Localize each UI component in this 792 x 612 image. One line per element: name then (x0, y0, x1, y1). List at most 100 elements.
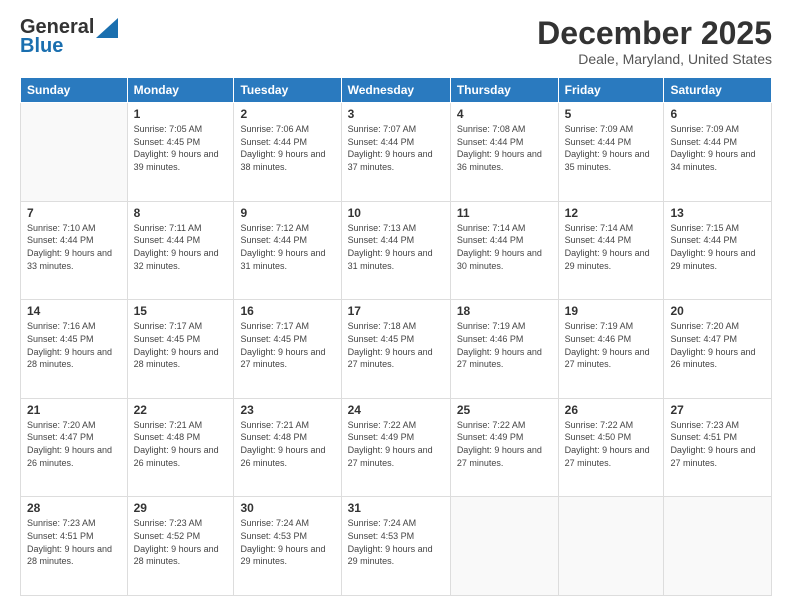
calendar-cell: 24 Sunrise: 7:22 AMSunset: 4:49 PMDayligh… (341, 398, 450, 497)
day-number: 13 (670, 206, 765, 220)
calendar-cell: 2 Sunrise: 7:06 AMSunset: 4:44 PMDaylight… (234, 103, 341, 202)
day-info: Sunrise: 7:22 AMSunset: 4:50 PMDaylight:… (565, 419, 658, 469)
title-block: December 2025 Deale, Maryland, United St… (537, 16, 772, 67)
day-info: Sunrise: 7:09 AMSunset: 4:44 PMDaylight:… (565, 123, 658, 173)
day-number: 31 (348, 501, 444, 515)
calendar-cell: 28 Sunrise: 7:23 AMSunset: 4:51 PMDayligh… (21, 497, 128, 596)
logo-blue: Blue (20, 35, 63, 58)
calendar: SundayMondayTuesdayWednesdayThursdayFrid… (20, 77, 772, 596)
day-number: 23 (240, 403, 334, 417)
calendar-cell: 17 Sunrise: 7:18 AMSunset: 4:45 PMDayligh… (341, 300, 450, 399)
day-info: Sunrise: 7:21 AMSunset: 4:48 PMDaylight:… (240, 419, 334, 469)
calendar-cell: 26 Sunrise: 7:22 AMSunset: 4:50 PMDayligh… (558, 398, 664, 497)
day-number: 15 (134, 304, 228, 318)
calendar-cell: 12 Sunrise: 7:14 AMSunset: 4:44 PMDayligh… (558, 201, 664, 300)
day-info: Sunrise: 7:15 AMSunset: 4:44 PMDaylight:… (670, 222, 765, 272)
calendar-header-row: SundayMondayTuesdayWednesdayThursdayFrid… (21, 78, 772, 103)
day-number: 18 (457, 304, 552, 318)
day-info: Sunrise: 7:23 AMSunset: 4:52 PMDaylight:… (134, 517, 228, 567)
day-info: Sunrise: 7:20 AMSunset: 4:47 PMDaylight:… (670, 320, 765, 370)
day-number: 24 (348, 403, 444, 417)
day-info: Sunrise: 7:06 AMSunset: 4:44 PMDaylight:… (240, 123, 334, 173)
day-number: 1 (134, 107, 228, 121)
day-info: Sunrise: 7:19 AMSunset: 4:46 PMDaylight:… (565, 320, 658, 370)
page: General Blue December 2025 Deale, Maryla… (0, 0, 792, 612)
calendar-day-header: Saturday (664, 78, 772, 103)
calendar-cell: 8Sunrise: 7:11 AMSunset: 4:44 PMDaylight… (127, 201, 234, 300)
main-title: December 2025 (537, 16, 772, 51)
day-number: 22 (134, 403, 228, 417)
day-number: 29 (134, 501, 228, 515)
calendar-cell: 6 Sunrise: 7:09 AMSunset: 4:44 PMDaylight… (664, 103, 772, 202)
day-number: 5 (565, 107, 658, 121)
day-info: Sunrise: 7:11 AMSunset: 4:44 PMDaylight:… (134, 222, 228, 272)
calendar-cell: 22 Sunrise: 7:21 AMSunset: 4:48 PMDayligh… (127, 398, 234, 497)
calendar-cell: 1 Sunrise: 7:05 AMSunset: 4:45 PMDaylight… (127, 103, 234, 202)
day-info: Sunrise: 7:22 AMSunset: 4:49 PMDaylight:… (348, 419, 444, 469)
calendar-cell: 18 Sunrise: 7:19 AMSunset: 4:46 PMDayligh… (450, 300, 558, 399)
day-number: 30 (240, 501, 334, 515)
day-number: 7 (27, 206, 121, 220)
day-info: Sunrise: 7:12 AMSunset: 4:44 PMDaylight:… (240, 222, 334, 272)
calendar-week-row: 1 Sunrise: 7:05 AMSunset: 4:45 PMDaylight… (21, 103, 772, 202)
day-info: Sunrise: 7:24 AMSunset: 4:53 PMDaylight:… (240, 517, 334, 567)
calendar-cell: 27Sunrise: 7:23 AMSunset: 4:51 PMDayligh… (664, 398, 772, 497)
day-info: Sunrise: 7:13 AMSunset: 4:44 PMDaylight:… (348, 222, 444, 272)
day-number: 3 (348, 107, 444, 121)
day-info: Sunrise: 7:08 AMSunset: 4:44 PMDaylight:… (457, 123, 552, 173)
day-number: 17 (348, 304, 444, 318)
day-info: Sunrise: 7:18 AMSunset: 4:45 PMDaylight:… (348, 320, 444, 370)
day-info: Sunrise: 7:19 AMSunset: 4:46 PMDaylight:… (457, 320, 552, 370)
header: General Blue December 2025 Deale, Maryla… (20, 16, 772, 67)
calendar-cell: 19Sunrise: 7:19 AMSunset: 4:46 PMDayligh… (558, 300, 664, 399)
calendar-cell: 31 Sunrise: 7:24 AMSunset: 4:53 PMDayligh… (341, 497, 450, 596)
calendar-cell: 29 Sunrise: 7:23 AMSunset: 4:52 PMDayligh… (127, 497, 234, 596)
calendar-day-header: Tuesday (234, 78, 341, 103)
calendar-cell: 30 Sunrise: 7:24 AMSunset: 4:53 PMDayligh… (234, 497, 341, 596)
calendar-cell: 7 Sunrise: 7:10 AMSunset: 4:44 PMDaylight… (21, 201, 128, 300)
day-info: Sunrise: 7:14 AMSunset: 4:44 PMDaylight:… (565, 222, 658, 272)
day-number: 27 (670, 403, 765, 417)
calendar-cell: 16 Sunrise: 7:17 AMSunset: 4:45 PMDayligh… (234, 300, 341, 399)
calendar-cell: 11Sunrise: 7:14 AMSunset: 4:44 PMDayligh… (450, 201, 558, 300)
logo: General Blue (20, 16, 118, 58)
calendar-cell: 20Sunrise: 7:20 AMSunset: 4:47 PMDayligh… (664, 300, 772, 399)
calendar-cell: 23 Sunrise: 7:21 AMSunset: 4:48 PMDayligh… (234, 398, 341, 497)
day-info: Sunrise: 7:17 AMSunset: 4:45 PMDaylight:… (134, 320, 228, 370)
subtitle: Deale, Maryland, United States (537, 51, 772, 67)
calendar-cell: 14 Sunrise: 7:16 AMSunset: 4:45 PMDayligh… (21, 300, 128, 399)
day-info: Sunrise: 7:14 AMSunset: 4:44 PMDaylight:… (457, 222, 552, 272)
calendar-day-header: Thursday (450, 78, 558, 103)
day-number: 16 (240, 304, 334, 318)
day-info: Sunrise: 7:24 AMSunset: 4:53 PMDaylight:… (348, 517, 444, 567)
day-info: Sunrise: 7:22 AMSunset: 4:49 PMDaylight:… (457, 419, 552, 469)
calendar-cell (450, 497, 558, 596)
day-number: 28 (27, 501, 121, 515)
day-number: 26 (565, 403, 658, 417)
calendar-cell: 25Sunrise: 7:22 AMSunset: 4:49 PMDayligh… (450, 398, 558, 497)
calendar-week-row: 7 Sunrise: 7:10 AMSunset: 4:44 PMDaylight… (21, 201, 772, 300)
day-number: 6 (670, 107, 765, 121)
day-info: Sunrise: 7:10 AMSunset: 4:44 PMDaylight:… (27, 222, 121, 272)
day-info: Sunrise: 7:16 AMSunset: 4:45 PMDaylight:… (27, 320, 121, 370)
day-number: 14 (27, 304, 121, 318)
calendar-day-header: Friday (558, 78, 664, 103)
day-info: Sunrise: 7:20 AMSunset: 4:47 PMDaylight:… (27, 419, 121, 469)
calendar-cell: 9 Sunrise: 7:12 AMSunset: 4:44 PMDaylight… (234, 201, 341, 300)
calendar-cell: 3Sunrise: 7:07 AMSunset: 4:44 PMDaylight… (341, 103, 450, 202)
calendar-cell: 13 Sunrise: 7:15 AMSunset: 4:44 PMDayligh… (664, 201, 772, 300)
day-info: Sunrise: 7:09 AMSunset: 4:44 PMDaylight:… (670, 123, 765, 173)
day-info: Sunrise: 7:17 AMSunset: 4:45 PMDaylight:… (240, 320, 334, 370)
calendar-cell (21, 103, 128, 202)
day-number: 12 (565, 206, 658, 220)
calendar-week-row: 21 Sunrise: 7:20 AMSunset: 4:47 PMDayligh… (21, 398, 772, 497)
day-number: 21 (27, 403, 121, 417)
day-info: Sunrise: 7:05 AMSunset: 4:45 PMDaylight:… (134, 123, 228, 173)
day-number: 10 (348, 206, 444, 220)
logo-icon (96, 18, 118, 38)
day-info: Sunrise: 7:23 AMSunset: 4:51 PMDaylight:… (27, 517, 121, 567)
day-info: Sunrise: 7:21 AMSunset: 4:48 PMDaylight:… (134, 419, 228, 469)
day-number: 9 (240, 206, 334, 220)
calendar-cell: 4Sunrise: 7:08 AMSunset: 4:44 PMDaylight… (450, 103, 558, 202)
day-number: 2 (240, 107, 334, 121)
